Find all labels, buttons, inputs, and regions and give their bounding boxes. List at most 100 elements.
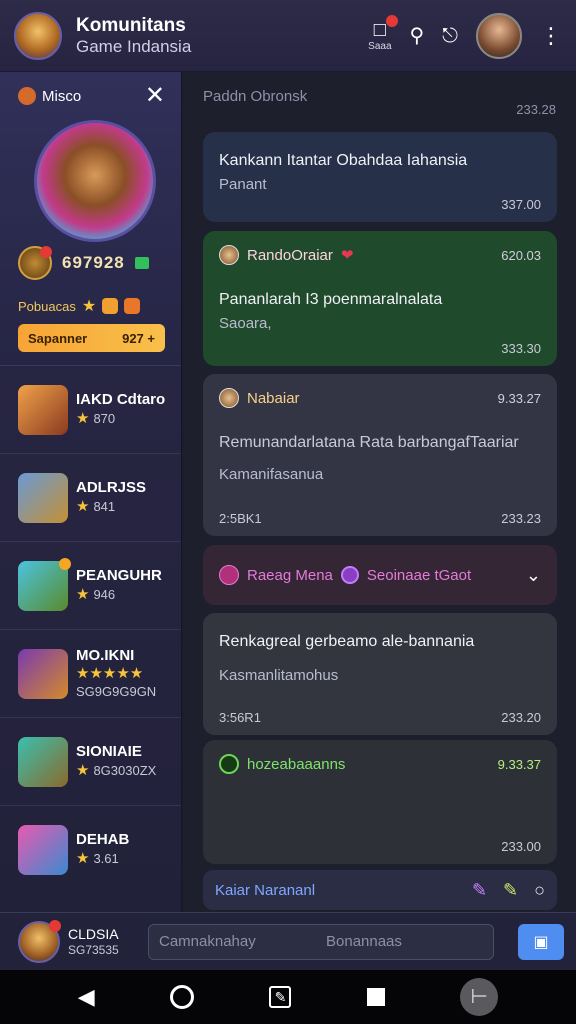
message-input[interactable] <box>148 923 494 960</box>
new-badge <box>59 557 71 570</box>
game-name: IAKD Cdtaro <box>76 390 166 408</box>
chat-message[interactable]: hozeabaaanns 9.33.37 233.00 <box>203 740 557 864</box>
rank-badge-dot <box>40 246 52 258</box>
message-footer: 333.30 <box>219 341 541 356</box>
my-avatar-badge <box>49 919 61 932</box>
game-rating-value: 870 <box>93 410 116 426</box>
bell-icon: ⎋ <box>442 24 458 47</box>
thread-header: Raeag Mena Seoinaae tGaot ⌄ <box>219 565 541 586</box>
game-item[interactable]: MO.IKNI ★★★★★SG9G9G9GN SG9G9G9GN <box>0 630 181 718</box>
hero-portrait <box>34 120 156 242</box>
collapsed-thread[interactable]: Raeag Mena Seoinaae tGaot ⌄ <box>203 545 557 605</box>
chat-header-label: Paddn Obronsk <box>203 88 308 105</box>
search-button[interactable]: ⚲ <box>410 25 425 47</box>
message-sub: Saoara, <box>219 315 272 332</box>
hero-action-bar[interactable]: Sapanner 927 + <box>18 324 165 352</box>
message-sender: RandoOraiar ❤ 620.03 <box>219 245 541 265</box>
star-icon: ★★★★★ <box>76 665 144 683</box>
recents-icon[interactable] <box>366 988 385 1006</box>
message-footer-time: 233.20 <box>501 710 541 725</box>
hero-name-text: Misco <box>42 87 82 105</box>
sidebar: Misco ✕ 697928 Pobuacas ★ Sapanner 927 +… <box>0 72 182 912</box>
game-thumbnail <box>18 648 68 699</box>
my-avatar[interactable] <box>18 919 61 963</box>
message-sub: Kamanifasanua <box>219 466 324 483</box>
game-rating: ★ 946 <box>76 586 162 605</box>
game-rating-value: 946 <box>93 586 116 602</box>
hero-bar-value: 927 + <box>122 330 155 346</box>
game-rating: ★ 8G3030ZX <box>76 762 156 781</box>
game-info: SIONIAIE ★ 8G3030ZX <box>76 743 156 781</box>
game-name: ADLRJSS <box>76 478 147 496</box>
screenshot-edit-icon[interactable]: ✎ <box>269 986 292 1008</box>
title-block: Komunitans Game Indansia <box>76 15 191 56</box>
notification-badge <box>385 15 398 27</box>
app-title: Komunitans <box>76 14 186 36</box>
game-item[interactable]: DEHAB ★ 3.61 <box>0 806 181 894</box>
thread-avatar <box>219 565 239 585</box>
app-header: Komunitans Game Indansia □ Saaa ⚲ ⎋ ⋮ <box>0 0 576 72</box>
reply-label: Kaiar Narananl <box>215 881 316 899</box>
notification-button[interactable]: □ Saaa <box>368 15 398 52</box>
reply-bar[interactable]: Kaiar Narananl ✎ ✎ ○ <box>203 870 557 910</box>
chat-header-time: 233.28 <box>516 102 556 117</box>
thread-badge-icon <box>340 566 359 584</box>
message-footer-left: 3:56R1 <box>219 710 261 725</box>
sender-name: Nabaiar <box>247 389 300 407</box>
game-name: SIONIAIE <box>76 742 142 760</box>
hero-card: Misco ✕ 697928 Pobuacas ★ Sapanner 927 + <box>0 72 181 366</box>
game-item[interactable]: IAKD Cdtaro ★ 870 <box>0 366 181 454</box>
star-icon: ★ <box>76 850 90 867</box>
user-avatar[interactable] <box>476 12 522 59</box>
game-name: DEHAB <box>76 831 130 849</box>
message-time: 9.33.37 <box>497 756 541 772</box>
game-name: MO.IKNI <box>76 646 135 664</box>
score-status-icon <box>134 257 149 269</box>
my-info: CLDSIA SG73535 <box>68 926 140 957</box>
sender-avatar <box>219 388 239 408</box>
home-icon[interactable] <box>170 985 195 1009</box>
chat-message[interactable]: Kankann Itantar Obahdaa Iahansia Panant … <box>203 132 557 222</box>
game-rating-value: 8G3030ZX <box>93 762 157 778</box>
chat-message[interactable]: Renkagreal gerbeamo ale-bannania Kasmanl… <box>203 613 557 735</box>
app-subtitle: Game Indansia <box>76 36 192 56</box>
message-time: 9.33.27 <box>497 390 541 406</box>
gesture-icon[interactable]: ⊢ <box>460 978 499 1016</box>
hero-bar-label: Sapanner <box>28 330 88 346</box>
my-id: SG73535 <box>68 942 119 957</box>
composer-bar: CLDSIA SG73535 Bonannaas ▣ <box>0 912 576 970</box>
game-name: PEANGUHR <box>76 566 162 584</box>
game-rating: ★ 841 <box>76 498 146 517</box>
attach-icon[interactable]: ✎ <box>503 880 518 901</box>
game-sub-info: SG9G9G9GN <box>76 684 157 700</box>
community-logo[interactable] <box>14 11 62 60</box>
bell-button[interactable]: ⎋ <box>442 25 458 47</box>
kebab-menu-icon[interactable]: ⋮ <box>540 23 562 49</box>
hero-rank-badge[interactable] <box>18 246 52 280</box>
search-icon: ⚲ <box>409 24 425 47</box>
chat-message[interactable]: Nabaiar 9.33.27 Remunandarlatana Rata ba… <box>203 374 557 536</box>
hero-row: Pobuacas ★ <box>18 296 165 316</box>
link-icon[interactable]: ○ <box>534 880 545 901</box>
send-icon: ▣ <box>533 933 549 951</box>
back-icon[interactable]: ◀ <box>78 984 95 1010</box>
star-icon: ★ <box>76 585 90 603</box>
game-list: IAKD Cdtaro ★ 870 ADLRJSS ★ 841 PEANGUHR ★… <box>0 366 181 894</box>
game-item[interactable]: PEANGUHR ★ 946 <box>0 542 181 630</box>
game-info: MO.IKNI ★★★★★SG9G9G9GN SG9G9G9GN <box>76 647 156 701</box>
game-item[interactable]: ADLRJSS ★ 841 <box>0 454 181 542</box>
sender-avatar <box>219 754 239 774</box>
message-footer-time: 233.23 <box>501 511 541 526</box>
sender-name: hozeabaaanns <box>247 755 346 773</box>
close-icon[interactable]: ✕ <box>145 84 165 108</box>
chat-panel: Paddn Obronsk 233.28 Kankann Itantar Oba… <box>183 72 576 912</box>
pen-icon[interactable]: ✎ <box>472 880 487 901</box>
game-item[interactable]: SIONIAIE ★ 8G3030ZX <box>0 718 181 806</box>
chat-message[interactable]: RandoOraiar ❤ 620.03 Pananlarah I3 poenm… <box>203 231 557 366</box>
game-rating-value: 841 <box>93 498 116 514</box>
star-icon: ★ <box>76 409 90 427</box>
star-icon: ★ <box>81 298 97 315</box>
send-button[interactable]: ▣ <box>518 923 564 960</box>
chevron-down-icon[interactable]: ⌄ <box>526 565 541 586</box>
message-sender: hozeabaaanns 9.33.37 <box>219 754 541 774</box>
